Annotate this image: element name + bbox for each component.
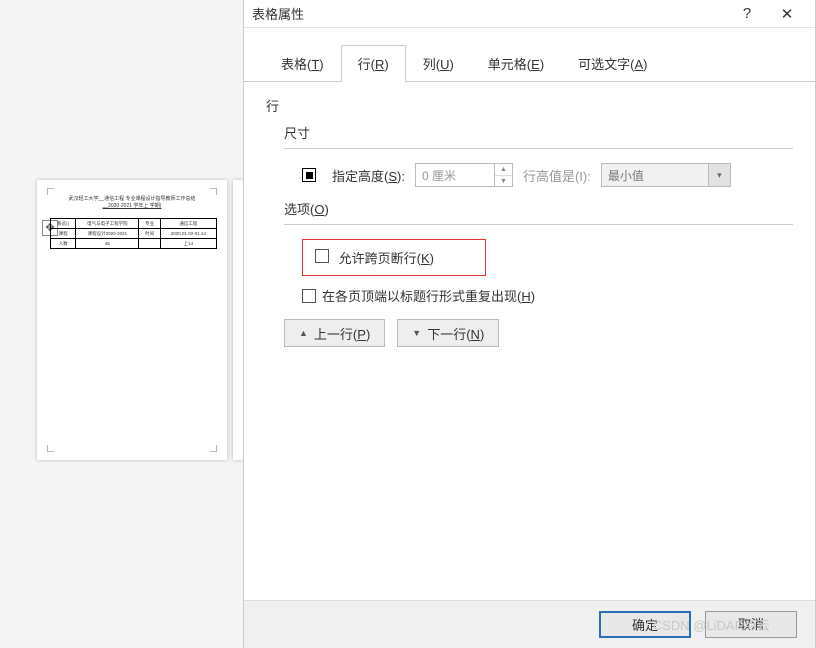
table-cell[interactable]: 课程设计2020-2021 [76,229,139,239]
table-cell[interactable]: 专业 [139,219,160,229]
tab-column[interactable]: 列(U) [406,45,471,82]
table-properties-dialog: 表格属性 ? ✕ 表格(T) 行(R) 列(U) 单元格(E) 可选文字(A) … [243,0,816,648]
table-cell[interactable]: 2020.01.02-01.14 [160,229,216,239]
repeat-header-label: 在各页顶端以标题行形式重复出现(H) [322,286,535,305]
previous-row-button[interactable]: ▲ 上一行(P) [284,319,385,347]
height-spinner[interactable]: 0 厘米 ▲▼ [415,163,513,187]
dialog-title: 表格属性 [252,4,727,23]
row-height-rule-combo[interactable]: 最小值 ▾ [601,163,731,187]
table-cell[interactable]: 电气与电子工程学院 [76,219,139,229]
next-row-button[interactable]: ▼ 下一行(N) [397,319,499,347]
repeat-header-checkbox[interactable] [302,289,316,303]
document-background: 武汉轻工大学__通信工程 专业课程设计指导教师工作总结 __2020-2021 … [0,0,243,648]
row-height-rule-value: 最小值 [602,167,708,184]
specify-height-checkbox[interactable] [302,168,316,182]
options-label: 选项(O) [284,199,793,218]
table-cell[interactable]: 通信工程 [160,219,216,229]
table-cell[interactable]: 系(队) [51,219,76,229]
tab-strip: 表格(T) 行(R) 列(U) 单元格(E) 可选文字(A) [244,28,815,82]
table-cell[interactable]: 时间 [139,229,160,239]
next-row-label: 下一行(N) [427,324,484,343]
tab-cell[interactable]: 单元格(E) [471,45,561,82]
allow-break-label: 允许跨页断行(K) [339,251,434,266]
row-heading: 行 [266,96,793,115]
table-cell[interactable]: 人数 [51,239,76,249]
triangle-up-icon: ▲ [299,328,308,338]
table-cell[interactable]: 上14 [160,239,216,249]
cancel-button[interactable]: 取消 [705,611,797,638]
highlight-box: 允许跨页断行(K) [302,239,486,276]
size-label: 尺寸 [284,123,793,142]
spinner-down-icon[interactable]: ▼ [495,175,512,186]
height-value: 0 厘米 [416,167,494,184]
table-cell[interactable]: 45 [76,239,139,249]
tab-alt-text[interactable]: 可选文字(A) [561,45,664,82]
tab-table[interactable]: 表格(T) [264,45,341,82]
document-table[interactable]: 系(队) 电气与电子工程学院 专业 通信工程 课程 课程设计2020-2021 … [50,218,217,249]
allow-break-checkbox[interactable] [315,249,329,263]
close-button[interactable]: ✕ [767,5,807,23]
row-height-is-label: 行高值是(I): [523,166,591,185]
page-preview-next [233,180,243,460]
help-button[interactable]: ? [727,5,767,22]
dialog-footer: 确定 取消 [244,600,815,648]
specify-height-label: 指定高度(S): [332,166,405,185]
table-cell[interactable] [139,239,160,249]
tab-row[interactable]: 行(R) [341,45,406,82]
doc-title-line2: __2020-2021 学年上 学期) [53,203,211,210]
previous-row-label: 上一行(P) [314,324,370,343]
table-cell[interactable]: 课程 [51,229,76,239]
chevron-down-icon: ▾ [708,164,730,186]
spinner-up-icon[interactable]: ▲ [495,164,512,175]
doc-title-line1: 武汉轻工大学__通信工程 专业课程设计指导教师工作总结 [53,196,211,203]
triangle-down-icon: ▼ [412,328,421,338]
row-pane: 行 尺寸 指定高度(S): 0 厘米 ▲▼ 行高值是(I): 最小值 ▾ 选项(… [244,82,815,347]
ok-button[interactable]: 确定 [599,611,691,638]
